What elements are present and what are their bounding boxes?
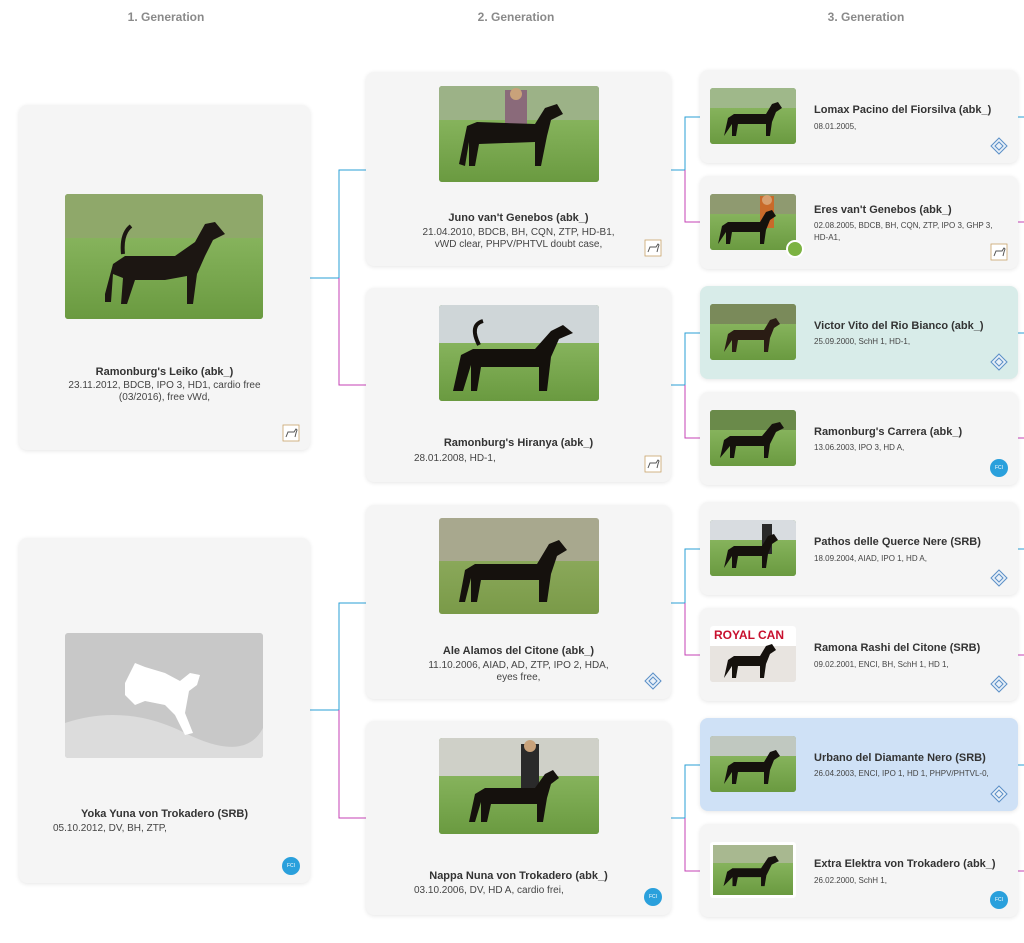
dog-info-line1: 08.01.2005, [814,122,857,131]
diamond-icon[interactable] [990,353,1008,371]
dog-name[interactable]: Lomax Pacino del Fiorsilva (abk_) [814,104,991,116]
gen3-card-1[interactable]: Lomax Pacino del Fiorsilva (abk_) 08.01.… [700,70,1018,163]
fci-icon[interactable]: FCI [990,459,1008,477]
dog-name[interactable]: Nappa Nuna von Trokadero (abk_) [366,870,671,882]
dog-icon[interactable] [644,455,662,473]
dog-photo[interactable] [710,736,796,792]
diamond-icon[interactable] [990,675,1008,693]
dog-info-line1: 23.11.2012, BDCB, IPO 3, HD1, cardio fre… [68,380,261,391]
dog-info-line1: 03.10.2006, DV, HD A, cardio frei, [414,885,564,896]
dog-icon[interactable] [282,424,300,442]
dog-info-line1: 18.09.2004, AIAD, IPO 1, HD A, [814,554,927,563]
dog-info-line1: 21.04.2010, BDCB, BH, CQN, ZTP, HD-B1, [422,227,615,238]
gen3-card-5[interactable]: Pathos delle Querce Nere (SRB) 18.09.200… [700,502,1018,595]
diamond-icon[interactable] [990,785,1008,803]
gen2-card-2[interactable]: Ramonburg's Hiranya (abk_) 28.01.2008, H… [366,288,671,482]
dog-photo[interactable] [439,86,599,182]
gen2-card-1[interactable]: Juno van't Genebos (abk_) 21.04.2010, BD… [366,72,671,266]
gen3-card-6[interactable]: ROYAL CAN Ramona Rashi del Citone (SRB) … [700,608,1018,701]
dog-info-line1: 05.10.2012, DV, BH, ZTP, [53,823,167,834]
gen1-card-dam[interactable]: Yoka Yuna von Trokadero (SRB) 05.10.2012… [19,538,310,883]
dog-photo[interactable] [710,304,796,360]
video-icon[interactable] [786,240,804,258]
fci-icon[interactable]: FCI [282,857,300,875]
dog-info-line1: 25.09.2000, SchH 1, HD-1, [814,337,911,346]
dog-photo[interactable] [710,88,796,144]
gen3-card-3[interactable]: Victor Vito del Rio Bianco (abk_) 25.09.… [700,286,1018,379]
dog-name[interactable]: Ramona Rashi del Citone (SRB) [814,642,980,654]
dog-name[interactable]: Juno van't Genebos (abk_) [366,212,671,224]
dog-name[interactable]: Yoka Yuna von Trokadero (SRB) [19,808,310,820]
dog-photo[interactable] [439,305,599,401]
dog-photo[interactable] [710,520,796,576]
dog-icon[interactable] [990,243,1008,261]
dog-name[interactable]: Ramonburg's Carrera (abk_) [814,426,962,438]
fci-icon[interactable]: FCI [990,891,1008,909]
dog-photo[interactable]: ROYAL CAN [710,626,796,682]
dog-icon[interactable] [644,239,662,257]
dog-name[interactable]: Ramonburg's Hiranya (abk_) [366,437,671,449]
dog-info-line1: 26.04.2003, ENCI, IPO 1, HD 1, PHPV/PHTV… [814,769,989,778]
gen2-card-4[interactable]: Nappa Nuna von Trokadero (abk_) 03.10.20… [366,721,671,915]
dog-photo[interactable] [710,842,796,898]
dog-info-line1: 13.06.2003, IPO 3, HD A, [814,443,905,452]
dog-info-line2: vWD clear, PHPV/PHTVL doubt case, [434,239,603,250]
dog-photo[interactable] [65,194,263,319]
fci-icon[interactable]: FCI [644,888,662,906]
dog-photo[interactable] [710,410,796,466]
dog-info-line2: eyes free, [496,672,541,683]
dog-info-line2: HD-A1, [814,233,841,242]
dog-name[interactable]: Ale Alamos del Citone (abk_) [366,645,671,657]
generation-3-header: 3. Generation [827,10,905,24]
dog-photo[interactable] [439,738,599,834]
gen3-card-2[interactable]: Eres van't Genebos (abk_) 02.08.2005, BD… [700,176,1018,269]
dog-info-line2: (03/2016), free vWd, [118,392,211,403]
generation-1-header: 1. Generation [127,10,205,24]
dog-info-line1: 11.10.2006, AIAD, AD, ZTP, IPO 2, HDA, [428,660,609,671]
diamond-icon[interactable] [990,569,1008,587]
generation-2-header: 2. Generation [477,10,555,24]
dog-info-line1: 28.01.2008, HD-1, [414,453,496,464]
dog-name[interactable]: Pathos delle Querce Nere (SRB) [814,536,981,548]
gen2-card-3[interactable]: Ale Alamos del Citone (abk_) 11.10.2006,… [366,505,671,699]
gen1-card-sire[interactable]: Ramonburg's Leiko (abk_) 23.11.2012, BDC… [19,105,310,450]
dog-photo[interactable] [439,518,599,614]
gen3-card-4[interactable]: Ramonburg's Carrera (abk_) 13.06.2003, I… [700,392,1018,485]
dog-name[interactable]: Eres van't Genebos (abk_) [814,204,952,216]
diamond-icon[interactable] [644,672,662,690]
gen3-card-7[interactable]: Urbano del Diamante Nero (SRB) 26.04.200… [700,718,1018,811]
dog-name[interactable]: Ramonburg's Leiko (abk_) [19,366,310,378]
dog-name[interactable]: Extra Elektra von Trokadero (abk_) [814,858,996,870]
dog-info-line1: 09.02.2001, ENCI, BH, SchH 1, HD 1, [814,660,949,669]
dog-name[interactable]: Victor Vito del Rio Bianco (abk_) [814,320,984,332]
gen3-card-8[interactable]: Extra Elektra von Trokadero (abk_) 26.02… [700,824,1018,917]
dog-info-line1: 26.02.2000, SchH 1, [814,876,887,885]
diamond-icon[interactable] [990,137,1008,155]
dog-info-line1: 02.08.2005, BDCB, BH, CQN, ZTP, IPO 3, G… [814,221,993,230]
dog-photo[interactable] [710,194,796,250]
placeholder-photo [65,633,263,758]
dog-name[interactable]: Urbano del Diamante Nero (SRB) [814,752,986,764]
